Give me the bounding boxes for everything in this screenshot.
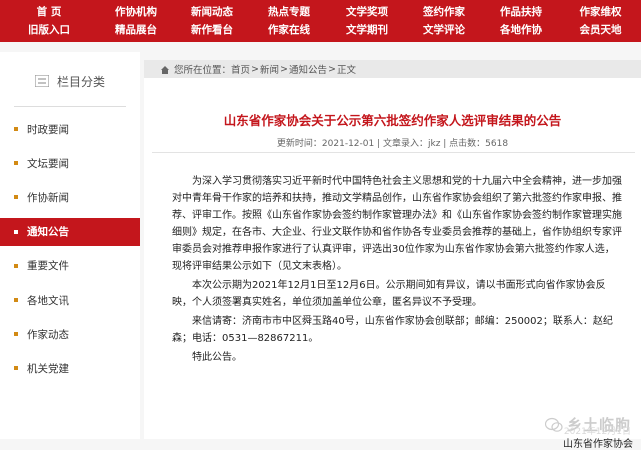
sidebar-heading: 栏目分类 (0, 66, 140, 96)
sidebar-item[interactable]: 通知公告 (0, 217, 140, 246)
article: 山东省作家协会关于公示第六批签约作家人选评审结果的公告 更新时间：2021-12… (144, 78, 641, 450)
bullet-icon (14, 127, 18, 131)
nav-link[interactable]: 文学期刊 (346, 22, 388, 38)
nav-link[interactable]: 签约作家 (423, 4, 465, 20)
breadcrumb-separator: > (280, 63, 288, 75)
sidebar-item[interactable]: 重要文件 (0, 252, 140, 280)
category-list-icon (34, 75, 49, 87)
sidebar-item-label: 作家动态 (27, 328, 69, 341)
sidebar-item-label: 作协新闻 (27, 191, 69, 204)
sidebar-item[interactable]: 机关党建 (0, 354, 140, 382)
nav-column: 签约作家 文学评论 (406, 0, 482, 42)
sidebar-item[interactable]: 作协新闻 (0, 183, 140, 211)
nav-link[interactable]: 作家维权 (580, 4, 622, 20)
nav-link[interactable]: 新闻动态 (191, 4, 233, 20)
nav-link[interactable]: 文学奖项 (346, 4, 388, 20)
sidebar-heading-label: 栏目分类 (56, 74, 105, 89)
article-divider (152, 152, 635, 153)
nav-link[interactable]: 旧版入口 (28, 22, 70, 38)
sidebar-item-label: 文坛要闻 (27, 157, 69, 170)
nav-link[interactable]: 作品扶持 (500, 4, 542, 20)
nav-link[interactable]: 作家在线 (268, 22, 310, 38)
breadcrumb-prefix: 您所在位置： (174, 65, 232, 76)
bullet-icon (14, 298, 18, 302)
sidebar-item[interactable]: 时政要闻 (0, 115, 140, 143)
breadcrumb: 您所在位置： 首页 > 新闻 > 通知公告 > 正文 (144, 60, 641, 78)
article-paragraph: 本次公示期为2021年12月1日至12月6日。公示期间如有异议，请以书面形式向省… (172, 280, 606, 308)
nav-link[interactable]: 新作看台 (191, 22, 233, 38)
nav-column: 作家维权 会员天地 (560, 0, 641, 42)
sidebar-item[interactable]: 作家动态 (0, 320, 140, 348)
article-body: 为深入学习贯彻落实习近平新时代中国特色社会主义思想和党的十九届六中全会精神，进一… (172, 173, 624, 368)
article-paragraph: 特此公告。 (192, 352, 242, 363)
bullet-icon (14, 195, 18, 200)
sidebar-item[interactable]: 文坛要闻 (0, 149, 140, 177)
home-icon (161, 65, 169, 74)
top-nav: 首 页旧版入口 作协机构 精品展台 新闻动态 新作看台 热点专题 作家在线 文学奖项 文学期刊签… (0, 0, 641, 42)
sidebar-item-label: 通知公告 (27, 226, 69, 239)
bullet-icon (14, 366, 18, 371)
article-paragraph: 为深入学习贯彻落实习近平新时代中国特色社会主义思想和党的十九届六中全会精神，进一… (172, 176, 622, 272)
article-signature: 山东省作家协会 (563, 439, 633, 450)
bullet-icon (14, 263, 18, 268)
sidebar-divider (14, 106, 126, 107)
watermark-date: 2021年12月1日 (563, 427, 631, 437)
article-title: 山东省作家协会关于公示第六批签约作家人选评审结果的公告 (223, 113, 562, 128)
nav-link[interactable]: 精品展台 (115, 22, 157, 38)
nav-column: 作协机构 精品展台 (98, 0, 174, 42)
nav-column: 作品扶持 各地作协 (482, 0, 560, 42)
article-paragraph: 来信请寄：济南市市中区舜玉路40号，山东省作家协会创联部；邮编：250002；联… (172, 316, 613, 344)
sidebar-item-label: 重要文件 (27, 260, 69, 273)
breadcrumb-notices-link[interactable]: 通知公告 (289, 62, 327, 76)
sidebar-item[interactable]: 各地文讯 (0, 286, 140, 314)
nav-column: 热点专题 作家在线 (250, 0, 328, 42)
breadcrumb-home-link[interactable]: 首页 (231, 62, 250, 76)
sidebar: 栏目分类 时政要闻文坛要闻作协新闻通知公告重要文件各地文讯作家动态机关党建 (0, 52, 140, 439)
breadcrumb-current: 正文 (336, 65, 356, 76)
sidebar-item-label: 时政要闻 (27, 123, 69, 136)
sidebar-item-label: 机关党建 (27, 362, 69, 375)
bullet-icon (14, 161, 18, 166)
nav-link[interactable]: 作协机构 (115, 4, 157, 20)
sidebar-item-label: 各地文讯 (27, 294, 69, 307)
breadcrumb-news-link[interactable]: 新闻 (260, 62, 279, 76)
nav-link[interactable]: 各地作协 (500, 22, 542, 38)
nav-link[interactable]: 文学评论 (423, 22, 465, 38)
bullet-icon (14, 332, 18, 337)
breadcrumb-separator: > (328, 63, 336, 75)
breadcrumb-separator: > (251, 63, 259, 75)
nav-link[interactable]: 首 页 (37, 4, 62, 20)
bullet-icon (14, 229, 18, 234)
nav-column: 首 页旧版入口 (0, 0, 98, 42)
article-meta: 更新时间：2021-12-01 | 文章录入：jkz | 点击数：5618 (276, 139, 509, 149)
nav-column: 文学奖项 文学期刊 (328, 0, 406, 42)
nav-column: 新闻动态 新作看台 (174, 0, 250, 42)
nav-link[interactable]: 热点专题 (268, 4, 310, 20)
nav-link[interactable]: 会员天地 (580, 22, 622, 38)
watermark: 乡土临朐 2021年12月1日 (544, 414, 631, 437)
wechat-icon (544, 417, 563, 432)
